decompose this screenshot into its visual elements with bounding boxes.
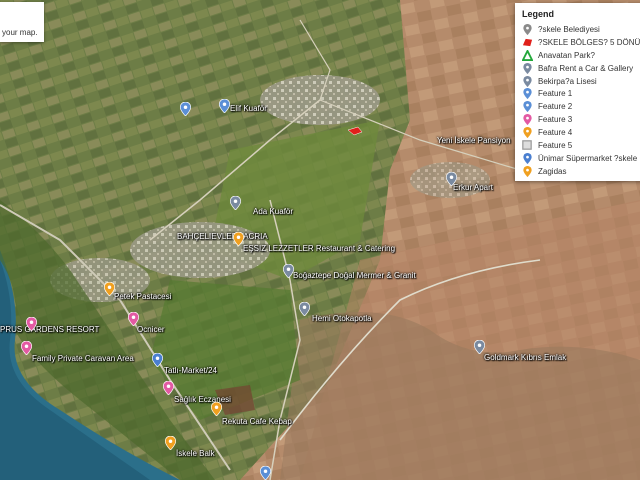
- pin-goldmark-icon[interactable]: [474, 340, 485, 354]
- pin-icon: [521, 114, 533, 126]
- map-label-ocnicer[interactable]: Ocnicer: [137, 325, 165, 334]
- map-label-kuafor[interactable]: Elif Kuaför: [230, 104, 267, 113]
- triangle-icon: [521, 49, 533, 61]
- legend-item[interactable]: Anavatan Park?: [521, 49, 640, 62]
- pin-icon: [521, 127, 533, 139]
- pin-ada-icon[interactable]: [230, 196, 241, 210]
- map-label-ada[interactable]: Ada Kuaför: [253, 207, 293, 216]
- map-label-yeni[interactable]: Yeni İskele Pansiyon: [437, 136, 511, 145]
- pin-saglik-icon[interactable]: [163, 381, 174, 395]
- map-label-rekuta[interactable]: Rekuta Cafe Kebap: [222, 417, 292, 426]
- map-label-gardens[interactable]: PRUS GARDENS RESORT: [0, 325, 99, 334]
- pin-kuafor-icon[interactable]: [219, 99, 230, 113]
- legend-item[interactable]: Bekirpa?a Lisesi: [521, 75, 640, 88]
- area-icon: [521, 36, 533, 48]
- legend-item-label: Anavatan Park?: [538, 50, 595, 60]
- pin-icon: [521, 23, 533, 35]
- pin-rekuta-icon[interactable]: [211, 402, 222, 416]
- pin-gacria-icon[interactable]: [233, 232, 244, 246]
- map-label-bahcelievler[interactable]: BAHÇELIEVLER: [177, 232, 237, 241]
- map-label-essiz[interactable]: EŞSIZ LEZZETLER Restaurant & Catering: [243, 244, 395, 253]
- map-label-saglik[interactable]: Sağlık Eczanesi: [174, 395, 231, 404]
- pin-ocnicer-icon[interactable]: [128, 312, 139, 326]
- legend-item-label: Feature 1: [538, 89, 573, 99]
- pin-erkur-icon[interactable]: [446, 172, 457, 186]
- legend-item[interactable]: Zagidas: [521, 165, 640, 178]
- legend-item[interactable]: Feature 1: [521, 87, 640, 100]
- pin-icon: [521, 152, 533, 164]
- map-label-caravan[interactable]: Family Private Caravan Area: [32, 354, 134, 363]
- pin-icon: [521, 165, 533, 177]
- legend-item[interactable]: Feature 5: [521, 139, 640, 152]
- map-hint-box: your map.: [0, 2, 44, 42]
- map-label-petek[interactable]: Petek Pastacesi: [114, 292, 171, 301]
- pin-icon: [521, 101, 533, 113]
- pin-caravan-icon[interactable]: [21, 341, 32, 355]
- legend-item-label: Feature 3: [538, 115, 573, 125]
- legend-item[interactable]: Feature 3: [521, 113, 640, 126]
- pin-icon: [521, 62, 533, 74]
- legend-item-label: Feature 5: [538, 140, 573, 150]
- legend-item[interactable]: Ünimar Süpermarket ?skele: [521, 152, 640, 165]
- map-label-bogaztepe[interactable]: Boğaztepe Doğal Mermer & Granit: [293, 271, 416, 280]
- map-label-iskeleball[interactable]: İskele Balk: [176, 449, 215, 458]
- legend-item-label: Zagidas: [538, 166, 567, 176]
- legend-item[interactable]: Bafra Rent a Car & Gallery: [521, 62, 640, 75]
- pin-icon: [521, 88, 533, 100]
- map-label-goldmark[interactable]: Goldmark Kıbrıs Emlak: [484, 353, 566, 362]
- map-hint-text: your map.: [2, 28, 38, 37]
- legend-item-label: Ünimar Süpermarket ?skele: [538, 153, 638, 163]
- legend-item[interactable]: ?skele Belediyesi: [521, 23, 640, 36]
- legend-item[interactable]: Feature 2: [521, 100, 640, 113]
- pin-iskeleball-icon[interactable]: [165, 436, 176, 450]
- legend-item[interactable]: Feature 4: [521, 126, 640, 139]
- legend-list: ?skele Belediyesi ?SKELE BÖLGES? 5 DÖNÜM A…: [521, 23, 640, 178]
- square-icon: [521, 139, 533, 151]
- pin-hemi-icon[interactable]: [299, 302, 310, 316]
- pin-town-icon[interactable]: [180, 102, 191, 116]
- legend-item-label: Bafra Rent a Car & Gallery: [538, 63, 634, 73]
- map-label-erkur[interactable]: Erkur Apart: [453, 183, 493, 192]
- pin-bogaztepe-icon[interactable]: [283, 264, 294, 278]
- legend-item[interactable]: ?SKELE BÖLGES? 5 DÖNÜM: [521, 36, 640, 49]
- map-label-tatli[interactable]: Tatlı-Market/24: [164, 366, 217, 375]
- pin-tatli-icon[interactable]: [152, 353, 163, 367]
- legend-item-label: ?skele Belediyesi: [538, 24, 600, 34]
- legend-item-label: ?SKELE BÖLGES? 5 DÖNÜM: [538, 37, 640, 47]
- pin-bottom-icon[interactable]: [260, 466, 271, 480]
- map-legend: Legend ?skele Belediyesi ?SKELE BÖLGES? 5…: [515, 3, 640, 181]
- pin-gardens-icon[interactable]: [26, 317, 37, 331]
- legend-title: Legend: [522, 9, 555, 19]
- legend-item-label: Bekirpa?a Lisesi: [538, 76, 597, 86]
- pin-petek-icon[interactable]: [104, 282, 115, 296]
- legend-item-label: Feature 4: [538, 128, 573, 138]
- pin-icon: [521, 75, 533, 87]
- map-label-hemi[interactable]: Hemi Otokapotla: [312, 314, 372, 323]
- legend-item-label: Feature 2: [538, 102, 573, 112]
